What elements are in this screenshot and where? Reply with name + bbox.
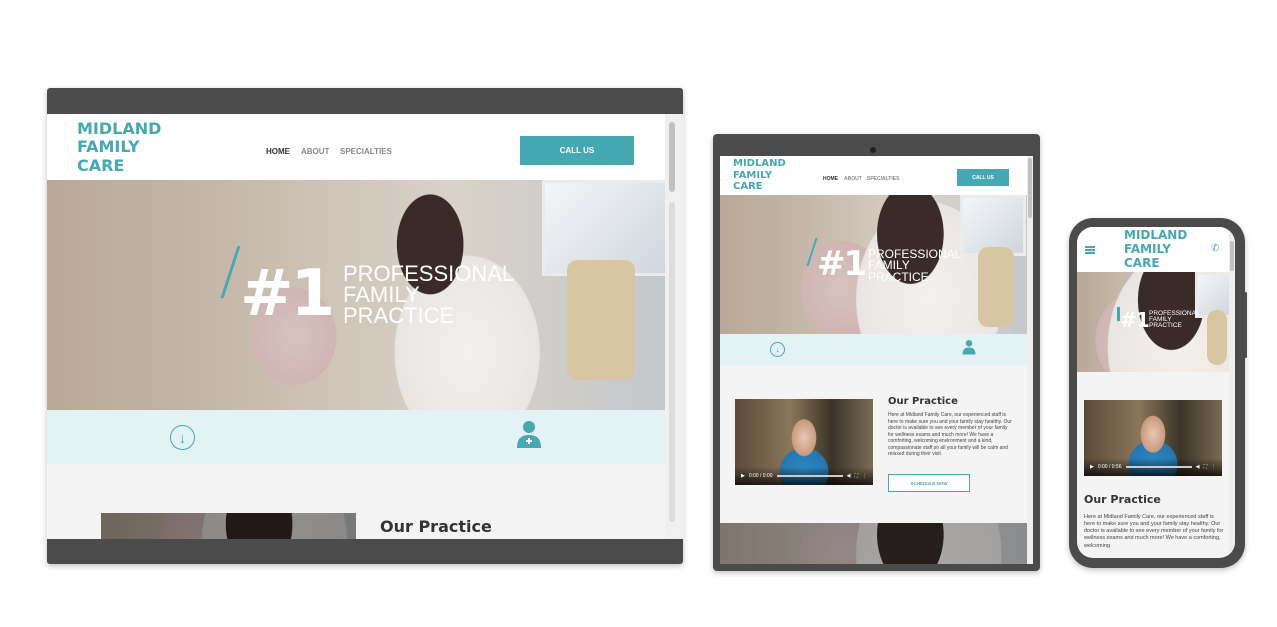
tablet-feature-band <box>720 334 1027 365</box>
tablet-scrollbar[interactable] <box>1027 156 1033 564</box>
nav-home[interactable]: HOME <box>266 147 290 156</box>
phone-volume-icon[interactable]: ◀ <box>1196 464 1200 470</box>
tablet-nav-specialties[interactable]: SPECIALTIES <box>867 176 899 182</box>
tablet-screen: MIDLAND FAMILY CARE HOME ABOUT SPECIALTI… <box>720 156 1033 564</box>
desktop-brand-logo[interactable]: MIDLAND FAMILY CARE <box>77 119 161 175</box>
call-us-button[interactable]: CALL US <box>520 136 634 165</box>
desktop-scrollbar[interactable] <box>665 114 684 539</box>
phone-video-player[interactable]: ▶ 0:00 / 0:56 ◀ ⛶ ⋮ <box>1084 400 1222 476</box>
phone-brand-logo[interactable]: MIDLAND FAMILY CARE <box>1124 228 1187 270</box>
tablet-hero-number: #1 <box>817 244 867 284</box>
more-icon[interactable]: ⋮ <box>862 473 867 479</box>
phone-screen: MIDLAND FAMILY CARE ✆ #1 PROFESSIONAL FA… <box>1077 227 1235 558</box>
tablet-practice-title: Our Practice <box>888 396 958 407</box>
tablet-practice-text: Here at Midland Family Care, our experie… <box>888 412 1012 457</box>
desktop-practice-title: Our Practice <box>380 517 492 536</box>
phone-side-button <box>1244 292 1247 358</box>
play-icon[interactable]: ▶ <box>741 473 745 479</box>
phone-icon[interactable]: ✆ <box>1211 243 1219 254</box>
tablet-video-player[interactable]: ▶ 0:00 / 0:00 ◀ ⛶ ⋮ <box>735 399 873 485</box>
desktop-screen: MIDLAND FAMILY CARE HOME ABOUT SPECIALTI… <box>47 114 684 539</box>
arrow-down-circle-icon[interactable]: ↓ <box>170 425 195 450</box>
phone-fullscreen-icon[interactable]: ⛶ <box>1203 464 1207 470</box>
tablet-team-image <box>720 523 1027 564</box>
fullscreen-icon[interactable]: ⛶ <box>854 473 858 479</box>
tablet-nav-about[interactable]: ABOUT <box>844 176 862 182</box>
volume-icon[interactable]: ◀ <box>847 473 851 479</box>
doctor-icon <box>516 420 542 448</box>
tablet-hero-tagline: PROFESSIONAL FAMILY PRACTICE <box>868 247 962 284</box>
phone-practice-title: Our Practice <box>1084 493 1161 506</box>
hero-number: #1 <box>240 257 335 331</box>
hero-tagline: PROFESSIONAL FAMILY PRACTICE <box>343 261 515 328</box>
desktop-practice-image <box>101 513 356 539</box>
phone-hero-number: #1 <box>1120 308 1150 332</box>
desktop-feature-band <box>47 410 665 464</box>
phone-more-icon[interactable]: ⋮ <box>1211 464 1216 470</box>
phone-play-icon[interactable]: ▶ <box>1090 464 1094 470</box>
tablet-camera <box>870 147 876 153</box>
phone-scrollbar[interactable] <box>1229 227 1235 558</box>
phone-hero-tagline: PROFESSIONAL FAMILY PRACTICE <box>1149 310 1200 330</box>
tablet-arrow-down-circle-icon[interactable]: ↓ <box>770 342 785 357</box>
tablet-call-us-button[interactable]: CALL US <box>957 169 1009 186</box>
nav-specialties[interactable]: SPECIALTIES <box>340 147 392 156</box>
nav-about[interactable]: ABOUT <box>301 147 329 156</box>
hamburger-menu-icon[interactable] <box>1085 246 1095 254</box>
tablet-brand-logo[interactable]: MIDLAND FAMILY CARE <box>733 158 786 193</box>
phone-practice-text: Here at Midland Family Care, our experie… <box>1084 514 1224 549</box>
tablet-doctor-icon <box>962 339 976 355</box>
schedule-now-button[interactable]: SCHEDULE NOW <box>888 474 970 492</box>
tablet-nav-home[interactable]: HOME <box>823 176 838 182</box>
